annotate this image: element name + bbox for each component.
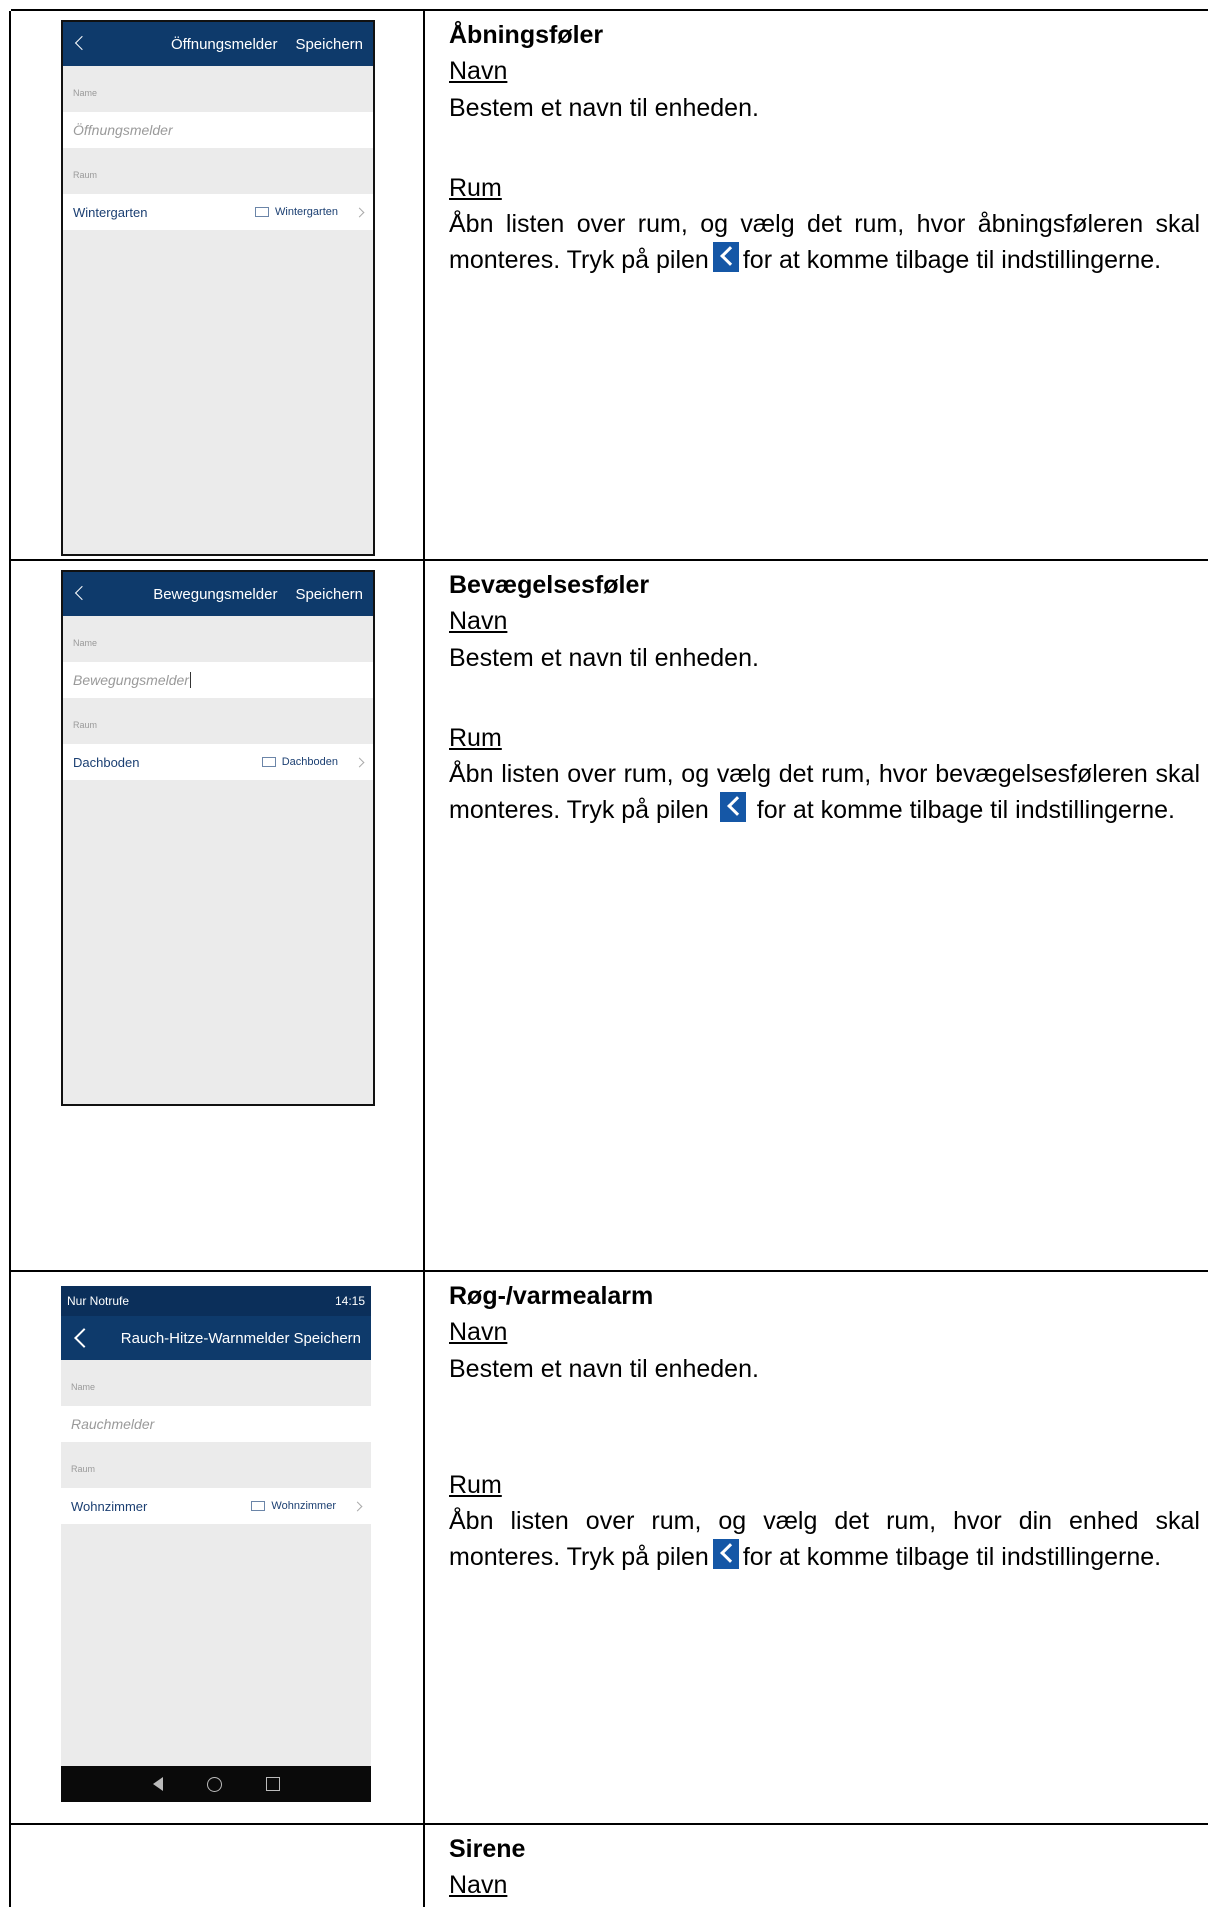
name-description: Bestem et navn til enheden. bbox=[449, 1354, 759, 1383]
phone-screenshot: Nur Notrufe 14:15 Rauch-Hitze-Warnmelder… bbox=[61, 1286, 371, 1802]
description-cell: Røg-/varmealarm Navn Bestem et navn til … bbox=[449, 1272, 1200, 1823]
text-cursor bbox=[189, 672, 191, 688]
table-row-motion-sensor: Bewegungsmelder Speichern Name Bewegungs… bbox=[11, 561, 1208, 1270]
room-value-label: Wohnzimmer bbox=[271, 1500, 336, 1512]
table-row-smoke-alarm: Nur Notrufe 14:15 Rauch-Hitze-Warnmelder… bbox=[11, 1272, 1208, 1823]
room-subheading: Rum bbox=[449, 1470, 502, 1499]
room-icon bbox=[261, 757, 276, 767]
room-description: Åbn listen over rum, og vælg det rum, hv… bbox=[449, 1503, 1200, 1576]
back-arrow-icon[interactable] bbox=[63, 572, 93, 616]
room-description-part2: for at komme tilbage til indstillingerne… bbox=[756, 796, 1175, 825]
save-button[interactable]: Speichern bbox=[293, 1330, 371, 1347]
nav-back-icon[interactable] bbox=[152, 1777, 163, 1791]
name-section-label: Name bbox=[73, 638, 98, 648]
room-section-label: Raum bbox=[73, 170, 98, 180]
name-section-label: Name bbox=[71, 1382, 96, 1392]
room-section-label: Raum bbox=[73, 720, 98, 730]
name-description: Bestem et navn til enheden. bbox=[449, 93, 759, 122]
room-value: Wohnzimmer bbox=[251, 1500, 363, 1512]
status-time: 14:15 bbox=[334, 1294, 365, 1308]
chevron-right-icon bbox=[352, 1501, 363, 1511]
app-bar: Bewegungsmelder Speichern bbox=[63, 572, 373, 616]
room-icon bbox=[251, 1501, 266, 1511]
section-heading: Sirene bbox=[449, 1835, 526, 1863]
save-button[interactable]: Speichern bbox=[295, 586, 373, 603]
phone-screenshot: Öffnungsmelder Speichern Name Öffnungsme… bbox=[61, 20, 375, 556]
room-subheading: Rum bbox=[449, 723, 502, 752]
room-value-label: Dachboden bbox=[281, 756, 338, 768]
room-subheading: Rum bbox=[449, 173, 502, 202]
nav-home-icon[interactable] bbox=[206, 1776, 222, 1792]
table-row-opening-sensor: Öffnungsmelder Speichern Name Öffnungsme… bbox=[11, 11, 1208, 559]
room-select-row[interactable]: Dachboden Dachboden bbox=[63, 744, 373, 780]
name-subheading: Navn bbox=[449, 1871, 508, 1900]
back-arrow-icon bbox=[719, 792, 746, 823]
name-subheading: Navn bbox=[449, 607, 508, 636]
back-arrow-icon[interactable] bbox=[63, 22, 93, 66]
section-heading: Åbningsføler bbox=[449, 21, 604, 49]
name-input-value: Bewegungsmelder bbox=[73, 672, 189, 688]
back-arrow-icon bbox=[712, 1539, 739, 1570]
name-subheading: Navn bbox=[449, 57, 508, 86]
room-description: Åbn listen over rum, og vælg det rum, hv… bbox=[449, 756, 1200, 829]
app-bar-title: Rauch-Hitze-Warnmelder bbox=[120, 1329, 290, 1347]
room-value: Wintergarten bbox=[255, 206, 365, 218]
room-select-row[interactable]: Wohnzimmer Wohnzimmer bbox=[61, 1488, 371, 1524]
room-name: Dachboden bbox=[73, 754, 140, 770]
name-input[interactable]: Öffnungsmelder bbox=[63, 112, 373, 148]
status-carrier: Nur Notrufe bbox=[67, 1294, 130, 1308]
room-description: Åbn listen over rum, og vælg det rum, hv… bbox=[449, 206, 1200, 279]
table-row-siren: Sirene Navn bbox=[11, 1825, 1208, 1907]
room-name: Wohnzimmer bbox=[71, 1498, 148, 1514]
room-description-part2: for at komme tilbage til indstillingerne… bbox=[742, 246, 1162, 275]
app-bar-title: Öffnungsmelder bbox=[171, 35, 278, 53]
room-section-label: Raum bbox=[71, 1464, 96, 1474]
nav-recents-icon[interactable] bbox=[265, 1777, 280, 1791]
phone-screenshot: Bewegungsmelder Speichern Name Bewegungs… bbox=[61, 570, 375, 1106]
name-input[interactable]: Bewegungsmelder bbox=[63, 662, 373, 698]
android-nav-bar bbox=[61, 1766, 371, 1802]
description-cell: Sirene Navn bbox=[449, 1825, 1200, 1907]
name-section-label: Name bbox=[73, 88, 98, 98]
room-icon bbox=[255, 207, 270, 217]
name-input[interactable]: Rauchmelder bbox=[61, 1406, 371, 1442]
section-heading: Bevægelsesføler bbox=[449, 571, 650, 599]
status-bar: Nur Notrufe 14:15 bbox=[61, 1286, 371, 1316]
app-bar: Öffnungsmelder Speichern bbox=[63, 22, 373, 66]
chevron-right-icon bbox=[354, 207, 365, 217]
app-bar-title: Bewegungsmelder bbox=[153, 585, 278, 603]
back-arrow-icon[interactable] bbox=[61, 1316, 91, 1360]
room-value-label: Wintergarten bbox=[275, 206, 338, 218]
room-value: Dachboden bbox=[261, 756, 365, 768]
description-cell: Åbningsføler Navn Bestem et navn til enh… bbox=[449, 11, 1200, 559]
app-bar: Rauch-Hitze-Warnmelder Speichern bbox=[61, 1316, 371, 1360]
name-subheading: Navn bbox=[449, 1318, 508, 1347]
section-heading: Røg-/varmealarm bbox=[449, 1282, 654, 1310]
chevron-right-icon bbox=[354, 757, 365, 767]
save-button[interactable]: Speichern bbox=[295, 36, 373, 53]
room-select-row[interactable]: Wintergarten Wintergarten bbox=[63, 194, 373, 230]
room-name: Wintergarten bbox=[73, 204, 148, 220]
description-cell: Bevægelsesføler Navn Bestem et navn til … bbox=[449, 561, 1200, 1270]
room-description-part2: for at komme tilbage til indstillingerne… bbox=[742, 1543, 1162, 1572]
name-description: Bestem et navn til enheden. bbox=[449, 643, 759, 672]
back-arrow-icon bbox=[712, 242, 739, 273]
